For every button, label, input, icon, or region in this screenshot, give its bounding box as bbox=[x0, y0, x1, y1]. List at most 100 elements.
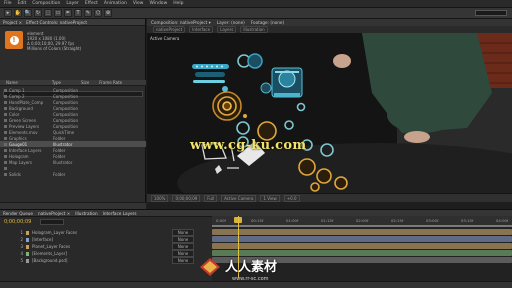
puppet-tool-icon[interactable]: ⊕ bbox=[104, 9, 112, 17]
tab-composition[interactable]: Composition: nativeProject ▾ bbox=[151, 20, 211, 25]
work-area-bar[interactable] bbox=[212, 225, 512, 227]
tab-render-queue[interactable]: Render Queue bbox=[3, 211, 33, 216]
column-frame-rate[interactable]: Frame Rate bbox=[99, 80, 122, 85]
parent-select[interactable]: None bbox=[172, 257, 194, 264]
menu-composition[interactable]: Composition bbox=[32, 1, 60, 6]
item-type-icon bbox=[4, 130, 7, 134]
layer-bar[interactable] bbox=[212, 243, 512, 249]
breadcrumb-item[interactable]: nativeProject bbox=[153, 26, 186, 33]
watermark-cgku: www.cg-ku.com bbox=[190, 138, 307, 153]
item-type-icon bbox=[4, 160, 7, 164]
ruler-tick-label: 04:00f bbox=[496, 218, 509, 223]
project-panel-tabs: Project × Effect Controls: nativeProject bbox=[0, 19, 145, 26]
project-item-row[interactable]: Solids Folder bbox=[0, 171, 146, 177]
ruler-tick-label: 03:00f bbox=[426, 218, 439, 223]
layer-row[interactable]: 1 Hologram_Layer Faces None bbox=[0, 229, 212, 236]
layer-label-color[interactable] bbox=[26, 251, 29, 256]
item-name: HandPlate_Comp bbox=[9, 99, 44, 105]
tab-footage[interactable]: Footage: (none) bbox=[251, 20, 284, 25]
menu-effect[interactable]: Effect bbox=[85, 1, 98, 6]
current-time-display[interactable]: 0;00;00;09 bbox=[172, 194, 201, 202]
ruler-tick-label: 01:00f bbox=[286, 218, 299, 223]
zoom-tool-icon[interactable]: 🔍 bbox=[24, 9, 32, 17]
menu-window[interactable]: Window bbox=[150, 1, 168, 6]
layer-label-color[interactable] bbox=[26, 244, 29, 249]
item-type-icon bbox=[4, 142, 7, 146]
help-search-input[interactable] bbox=[475, 10, 507, 16]
breadcrumb-item[interactable]: Illustration bbox=[240, 26, 268, 33]
menu-animation[interactable]: Animation bbox=[104, 1, 127, 6]
menu-file[interactable]: File bbox=[4, 1, 12, 6]
column-size[interactable]: Size bbox=[81, 80, 89, 85]
menu-edit[interactable]: Edit bbox=[18, 1, 27, 6]
breadcrumb: nativeProject Interface Layers Illustrat… bbox=[147, 26, 512, 33]
layer-label-color[interactable] bbox=[26, 237, 29, 242]
breadcrumb-item[interactable]: Layers bbox=[217, 26, 237, 33]
layer-bar[interactable] bbox=[212, 236, 512, 242]
item-type-icon bbox=[4, 106, 7, 110]
item-type: Composition bbox=[53, 93, 78, 99]
rotate-tool-icon[interactable]: ↻ bbox=[34, 9, 42, 17]
item-type-icon bbox=[4, 88, 7, 92]
item-meta: element 1920 x 1080 (1.00) Δ 0;00;10;00,… bbox=[27, 31, 81, 51]
layer-number: 1 bbox=[20, 230, 23, 235]
parent-select[interactable]: None bbox=[172, 236, 194, 243]
parent-select[interactable]: None bbox=[172, 243, 194, 250]
viewer-frame bbox=[147, 33, 512, 193]
timeline-search-input[interactable] bbox=[40, 219, 64, 225]
pen-tool-icon[interactable]: ✒ bbox=[64, 9, 72, 17]
rectangle-tool-icon[interactable]: ▭ bbox=[54, 9, 62, 17]
composition-viewer[interactable]: Active Camera bbox=[147, 33, 512, 193]
column-name[interactable]: Name bbox=[6, 80, 18, 85]
menu-view[interactable]: View bbox=[133, 1, 144, 6]
timeline-current-time[interactable]: 0;00;00;09 bbox=[4, 219, 31, 225]
column-type[interactable]: Type bbox=[52, 80, 61, 85]
menu-layer[interactable]: Layer bbox=[66, 1, 79, 6]
layer-row[interactable]: 5 [Background.psd] None bbox=[0, 257, 212, 264]
tab-timeline-illustration[interactable]: Illustration bbox=[75, 211, 97, 216]
item-type-icon bbox=[4, 124, 7, 128]
menu-bar: File Edit Composition Layer Effect Anima… bbox=[0, 0, 512, 8]
layer-bar[interactable] bbox=[212, 229, 512, 235]
selection-tool-icon[interactable]: ▸ bbox=[4, 9, 12, 17]
project-item-list: Comp 1 Composition Comp 2 Composition HandPl… bbox=[0, 87, 146, 177]
type-tool-icon[interactable]: T bbox=[74, 9, 82, 17]
ruler-tick-label: 02:15f bbox=[391, 218, 404, 223]
parent-select[interactable]: None bbox=[172, 229, 194, 236]
hand-tool-icon[interactable]: ✋ bbox=[14, 9, 22, 17]
exposure-field[interactable]: +0.0 bbox=[283, 194, 300, 202]
item-name: Interface Layers bbox=[9, 147, 42, 153]
watermark-rr-cn: 人人素材 bbox=[225, 260, 278, 275]
item-name: Gauge01 bbox=[9, 141, 28, 147]
item-type: Folder bbox=[53, 135, 66, 141]
resolution-select[interactable]: Full bbox=[204, 194, 218, 202]
project-footer bbox=[0, 202, 146, 209]
tab-timeline-native[interactable]: nativeProject × bbox=[38, 211, 70, 216]
item-name: Solids bbox=[9, 171, 21, 177]
zoom-select[interactable]: 100% bbox=[151, 194, 169, 202]
layer-row[interactable]: 4 [Elements_Layer] None bbox=[0, 250, 212, 257]
camera-tool-icon[interactable]: ⬚ bbox=[44, 9, 52, 17]
item-name: Green Screen bbox=[9, 117, 37, 123]
layer-label-color[interactable] bbox=[26, 230, 29, 235]
breadcrumb-item[interactable]: Interface bbox=[189, 26, 214, 33]
tab-project[interactable]: Project × bbox=[3, 20, 22, 25]
menu-help[interactable]: Help bbox=[173, 1, 183, 6]
view-layout-select[interactable]: 1 View bbox=[260, 194, 280, 202]
item-name: Comp 1 bbox=[9, 87, 25, 93]
tab-layer[interactable]: Layer: (none) bbox=[217, 20, 245, 25]
layer-row[interactable]: 3 Planet_Layer Faces None bbox=[0, 243, 212, 250]
roto-tool-icon[interactable]: ⬡ bbox=[94, 9, 102, 17]
tab-effect-controls[interactable]: Effect Controls: nativeProject bbox=[26, 20, 87, 25]
layer-row[interactable]: 2 [Interface] None bbox=[0, 236, 212, 243]
item-type: Composition bbox=[53, 111, 78, 117]
ruler-tick-label: 01:15f bbox=[321, 218, 334, 223]
layer-label-color[interactable] bbox=[26, 258, 29, 263]
layer-name: Hologram_Layer Faces bbox=[32, 230, 78, 235]
parent-select[interactable]: None bbox=[172, 250, 194, 257]
brush-tool-icon[interactable]: ✎ bbox=[84, 9, 92, 17]
tab-timeline-interface[interactable]: Interface Layers bbox=[103, 211, 137, 216]
camera-select[interactable]: Active Camera bbox=[221, 194, 257, 202]
item-type: Illustrator bbox=[53, 141, 73, 147]
item-name: Color bbox=[9, 111, 20, 117]
